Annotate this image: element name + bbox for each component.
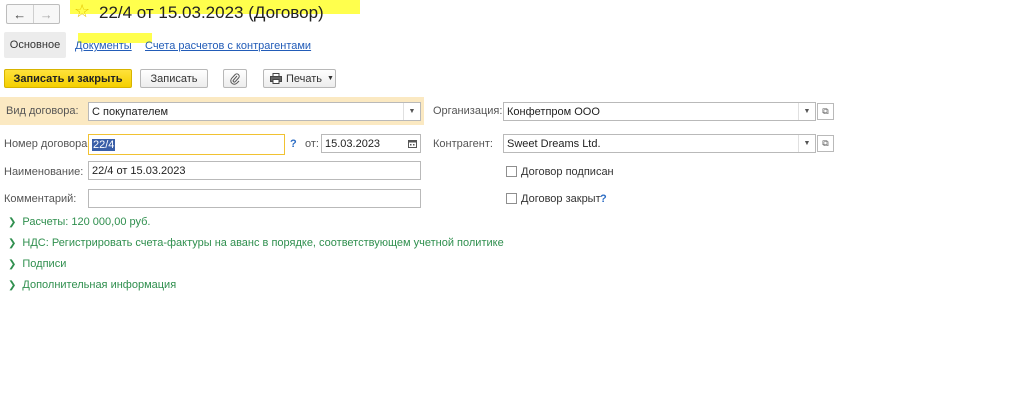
section-nds-label: НДС: Регистрировать счета-фактуры на ава… [22, 237, 504, 249]
naimenovanie-value: 22/4 от 15.03.2023 [92, 164, 186, 177]
dogovor-zakryt-label: Договор закрыт [521, 193, 601, 205]
section-podpisi[interactable]: ❯ Подписи [8, 258, 66, 270]
chevron-right-icon: ❯ [8, 258, 17, 270]
chevron-down-icon[interactable]: ▼ [403, 103, 420, 120]
kontragent-value: Sweet Dreams Ltd. [507, 137, 601, 150]
naimenovanie-label: Наименование: [4, 166, 84, 178]
kontragent-select[interactable]: Sweet Dreams Ltd. ▼ [503, 134, 816, 153]
section-raschety[interactable]: ❯ Расчеты: 120 000,00 руб. [8, 216, 150, 228]
chevron-down-icon: ▼ [327, 75, 334, 82]
open-form-icon[interactable]: ⧉ [817, 135, 834, 152]
chevron-down-icon[interactable]: ▼ [798, 103, 815, 120]
printer-icon [270, 73, 282, 84]
star-icon[interactable]: ☆ [74, 2, 90, 20]
chevron-right-icon: ❯ [8, 237, 17, 249]
nav-buttons: ← → [6, 4, 60, 24]
ot-label: от: [305, 138, 319, 150]
chevron-right-icon: ❯ [8, 216, 17, 228]
kommentariy-input[interactable] [88, 189, 421, 208]
paperclip-icon[interactable] [223, 69, 247, 88]
tab-dokumenty[interactable]: Документы [75, 40, 132, 52]
date-value: 15.03.2023 [325, 137, 381, 150]
dogovor-podpisan-checkbox[interactable] [506, 166, 517, 177]
forward-button[interactable]: → [32, 5, 60, 23]
save-button[interactable]: Записать [140, 69, 208, 88]
date-input[interactable]: 15.03.2023 [321, 134, 421, 153]
organizaciya-select[interactable]: Конфетпром ООО ▼ [503, 102, 816, 121]
nomer-dogovora-value: 22/4 [92, 138, 116, 151]
open-form-icon[interactable]: ⧉ [817, 103, 834, 120]
vid-dogovora-label: Вид договора: [6, 105, 79, 117]
tab-scheta-raschetov[interactable]: Счета расчетов с контрагентами [145, 40, 311, 52]
vid-dogovora-select[interactable]: С покупателем ▼ [88, 102, 421, 121]
back-button[interactable]: ← [7, 5, 33, 23]
tab-osnovnoe[interactable]: Основное [4, 32, 66, 58]
vid-dogovora-value: С покупателем [92, 105, 169, 118]
nomer-dogovora-label: Номер договора: [4, 138, 91, 150]
section-nds[interactable]: ❯ НДС: Регистрировать счета-фактуры на а… [8, 237, 504, 249]
kontragent-label: Контрагент: [433, 138, 493, 150]
help-icon[interactable]: ? [600, 193, 607, 205]
chevron-down-icon[interactable]: ▼ [798, 135, 815, 152]
dogovor-zakryt-checkbox[interactable] [506, 193, 517, 204]
dogovor-podpisan-label: Договор подписан [521, 166, 614, 178]
kommentariy-label: Комментарий: [4, 193, 77, 205]
print-button[interactable]: Печать ▼ [263, 69, 336, 88]
section-podpisi-label: Подписи [22, 258, 67, 270]
save-and-close-button[interactable]: Записать и закрыть [4, 69, 132, 88]
page-title: 22/4 от 15.03.2023 (Договор) [99, 3, 324, 22]
organizaciya-label: Организация: [433, 105, 503, 117]
calendar-icon[interactable] [404, 135, 420, 152]
help-icon[interactable]: ? [290, 138, 297, 150]
section-dop-info[interactable]: ❯ Дополнительная информация [8, 279, 176, 291]
print-label: Печать [286, 72, 323, 85]
nomer-dogovora-input[interactable]: 22/4 [88, 134, 285, 155]
section-raschety-label: Расчеты: 120 000,00 руб. [22, 216, 151, 228]
chevron-right-icon: ❯ [8, 279, 17, 291]
naimenovanie-input[interactable]: 22/4 от 15.03.2023 [88, 161, 421, 180]
organizaciya-value: Конфетпром ООО [507, 105, 600, 118]
section-dop-info-label: Дополнительная информация [22, 279, 177, 291]
